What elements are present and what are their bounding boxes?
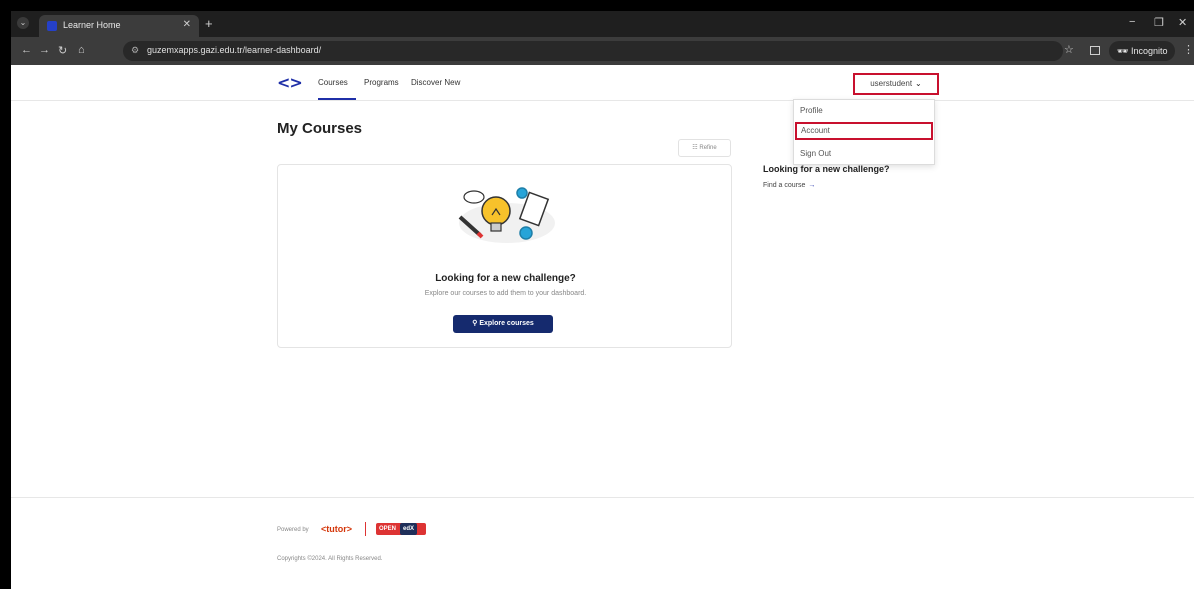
filter-icon: ☷ <box>692 145 698 151</box>
tab-search-icon[interactable]: ⌄ <box>17 17 29 29</box>
browser-tab[interactable]: Learner Home ✕ <box>39 15 199 37</box>
menu-item-sign-out[interactable]: Sign Out <box>794 145 936 163</box>
url-text[interactable]: guzemxapps.gazi.edu.tr/learner-dashboard… <box>147 45 321 55</box>
restore-button[interactable]: ❐ <box>1154 16 1164 29</box>
home-icon[interactable]: ⌂ <box>78 44 85 56</box>
user-menu-label: userstudent <box>870 79 913 88</box>
empty-state-heading: Looking for a new challenge? <box>435 273 576 284</box>
openedx-edx: edX <box>400 523 418 535</box>
nav-discover-new[interactable]: Discover New <box>411 78 460 87</box>
refine-button[interactable]: ☷ Refine <box>678 139 731 157</box>
tutor-logo[interactable]: <tutor> <box>321 524 352 534</box>
address-bar[interactable]: ⚙ guzemxapps.gazi.edu.tr/learner-dashboa… <box>123 41 1063 61</box>
search-icon: ⚲ <box>472 320 478 327</box>
explore-courses-label: Explore courses <box>479 320 534 327</box>
sidebar-heading: Looking for a new challenge? <box>763 164 890 174</box>
browser-toolbar: ← → ↻ ⌂ ⚙ guzemxapps.gazi.edu.tr/learner… <box>11 37 1194 65</box>
site-header: <> Courses Programs Discover New userstu… <box>11 65 1194 101</box>
find-course-label: Find a course <box>763 182 806 189</box>
incognito-badge[interactable]: 🕶 Incognito <box>1109 41 1175 61</box>
back-icon[interactable]: ← <box>21 44 32 56</box>
openedx-logo[interactable]: OPEN edX <box>376 523 426 535</box>
favicon-icon <box>47 21 57 31</box>
arrow-right-icon: → <box>808 182 816 189</box>
browser-menu-icon[interactable]: ⋮ <box>1183 43 1194 56</box>
reload-icon[interactable]: ↻ <box>58 44 67 57</box>
openedx-open: OPEN <box>379 526 397 532</box>
side-panel-icon[interactable] <box>1090 46 1100 55</box>
close-window-button[interactable]: ✕ <box>1178 16 1187 29</box>
active-nav-indicator <box>318 98 356 100</box>
refine-label: Refine <box>699 145 717 151</box>
tab-close-icon[interactable]: ✕ <box>183 19 191 30</box>
site-footer: Powered by <tutor> OPEN edX Copyrights ©2… <box>11 497 1194 589</box>
incognito-icon: 🕶 <box>1117 46 1129 56</box>
site-logo[interactable]: <> <box>277 73 303 92</box>
powered-by-label: Powered by <box>277 527 309 533</box>
incognito-label: Incognito <box>1130 46 1168 56</box>
nav-programs[interactable]: Programs <box>364 78 399 87</box>
lightbulb-illustration-icon <box>458 187 555 243</box>
find-course-link[interactable]: Find a course → <box>763 182 815 189</box>
copyright-text: Copyrights ©2024. All Rights Reserved. <box>277 556 383 562</box>
empty-state-subtext: Explore our courses to add them to your … <box>424 290 587 297</box>
new-tab-button[interactable]: + <box>205 16 213 31</box>
user-dropdown-menu: Profile Account Sign Out <box>793 99 935 165</box>
empty-courses-card: Looking for a new challenge? Explore our… <box>277 164 732 348</box>
tab-title: Learner Home <box>63 20 121 30</box>
page-title: My Courses <box>277 120 363 137</box>
explore-courses-button[interactable]: ⚲ Explore courses <box>453 315 553 333</box>
user-menu-button[interactable]: userstudent ⌄ <box>853 73 939 95</box>
chevron-down-icon: ⌄ <box>915 79 922 88</box>
menu-item-account[interactable]: Account <box>795 122 933 140</box>
nav-courses[interactable]: Courses <box>318 78 348 87</box>
logo-divider <box>365 522 366 536</box>
menu-item-profile[interactable]: Profile <box>794 102 936 120</box>
minimize-button[interactable]: − <box>1129 16 1135 28</box>
site-info-icon[interactable]: ⚙ <box>131 45 139 56</box>
screen: ⌄ Learner Home ✕ + − ❐ ✕ ← → ↻ ⌂ ⚙ guzem… <box>0 0 1194 589</box>
browser-tabbar: ⌄ Learner Home ✕ + − ❐ ✕ <box>11 11 1194 37</box>
web-page: <> Courses Programs Discover New userstu… <box>11 65 1194 589</box>
forward-icon[interactable]: → <box>39 44 50 56</box>
bookmark-star-icon[interactable]: ☆ <box>1064 43 1074 56</box>
